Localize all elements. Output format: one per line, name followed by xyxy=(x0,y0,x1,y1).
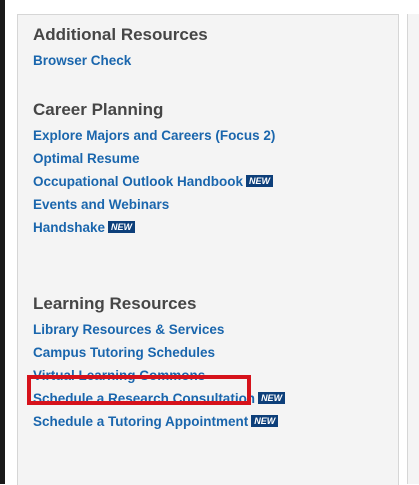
section-heading: Career Planning xyxy=(33,100,164,119)
new-badge: NEW xyxy=(258,392,286,404)
link-label: Optimal Resume xyxy=(33,151,140,166)
link-label: Handshake xyxy=(33,220,106,235)
link-occupational-outlook[interactable]: Occupational Outlook Handbook NEW xyxy=(33,170,275,193)
section-career-planning: Career Planning Explore Majors and Caree… xyxy=(33,100,275,239)
page-frame: Additional Resources Browser Check Caree… xyxy=(0,0,419,485)
link-explore-majors[interactable]: Explore Majors and Careers (Focus 2) xyxy=(33,124,275,147)
new-badge: NEW xyxy=(108,221,136,233)
link-label: Explore Majors and Careers (Focus 2) xyxy=(33,128,276,143)
link-campus-tutoring[interactable]: Campus Tutoring Schedules xyxy=(33,341,285,364)
link-library-resources[interactable]: Library Resources & Services xyxy=(33,318,285,341)
section-additional-resources: Additional Resources Browser Check xyxy=(33,25,208,72)
adjacent-panel xyxy=(407,14,419,484)
highlight-box xyxy=(27,375,251,405)
section-heading: Additional Resources xyxy=(33,25,208,44)
new-badge: NEW xyxy=(246,175,274,187)
section-learning-resources: Learning Resources Library Resources & S… xyxy=(33,294,286,433)
link-label: Browser Check xyxy=(33,53,132,68)
link-label: Events and Webinars xyxy=(33,197,170,212)
link-tutoring-appointment[interactable]: Schedule a Tutoring Appointment NEW xyxy=(33,410,285,433)
link-handshake[interactable]: Handshake NEW xyxy=(33,216,275,239)
link-label: Campus Tutoring Schedules xyxy=(33,345,216,360)
link-events-webinars[interactable]: Events and Webinars xyxy=(33,193,275,216)
link-label: Schedule a Tutoring Appointment xyxy=(33,414,249,429)
link-browser-check[interactable]: Browser Check xyxy=(33,49,208,72)
resources-panel: Additional Resources Browser Check Caree… xyxy=(17,14,399,485)
link-label: Library Resources & Services xyxy=(33,322,225,337)
section-heading: Learning Resources xyxy=(33,294,197,313)
link-label: Occupational Outlook Handbook xyxy=(33,174,244,189)
link-optimal-resume[interactable]: Optimal Resume xyxy=(33,147,275,170)
new-badge: NEW xyxy=(251,415,279,427)
